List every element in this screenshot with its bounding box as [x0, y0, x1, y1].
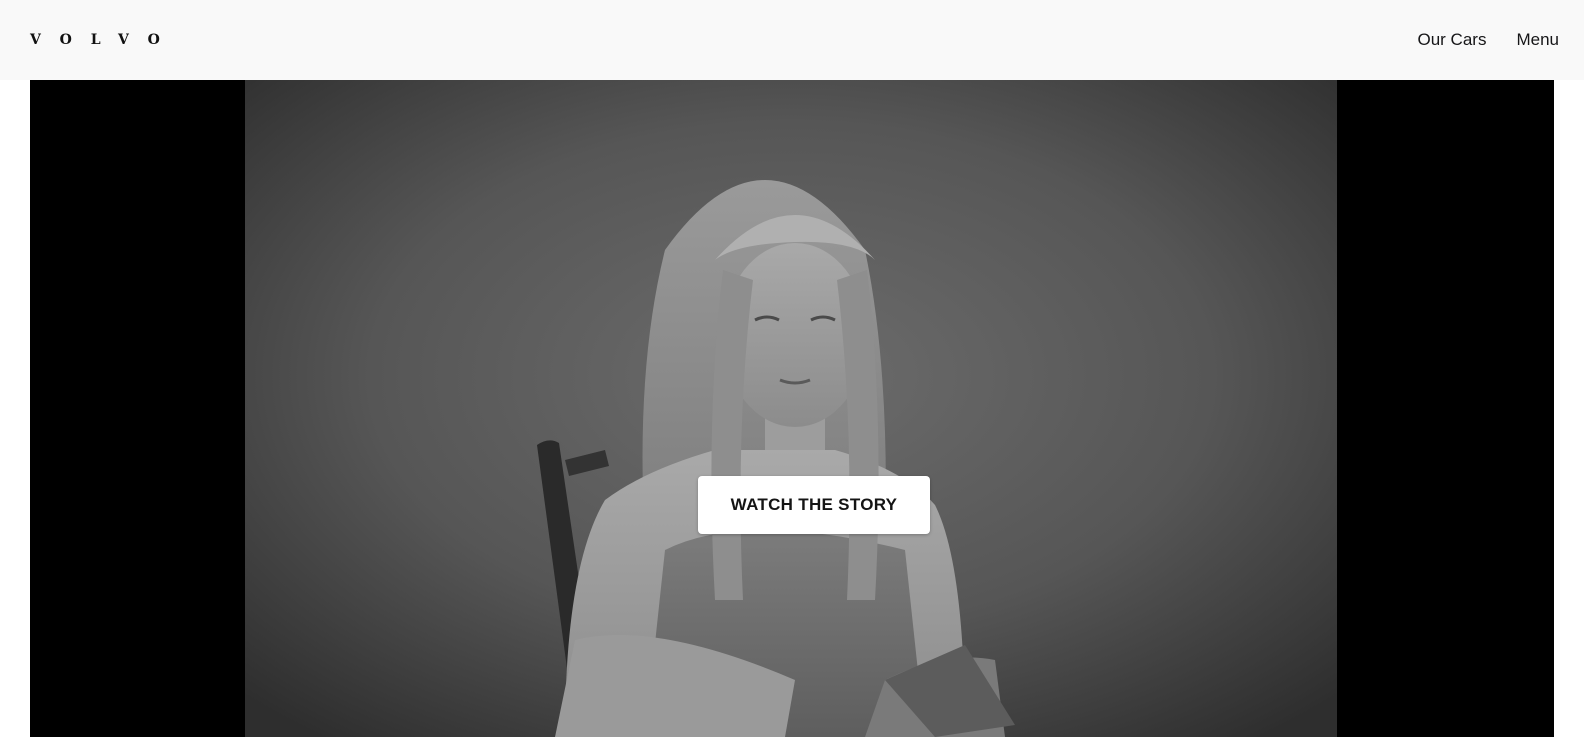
video-frame	[245, 80, 1337, 737]
top-navigation: Our Cars Menu	[1418, 30, 1560, 50]
watch-the-story-button[interactable]: WATCH THE STORY	[698, 476, 930, 534]
menu-button[interactable]: Menu	[1516, 30, 1559, 50]
our-cars-link[interactable]: Our Cars	[1418, 30, 1487, 50]
girl-portrait-image	[245, 80, 1337, 737]
hero-video[interactable]: WATCH THE STORY	[30, 80, 1554, 737]
site-header: VOLVO Our Cars Menu	[0, 0, 1584, 80]
volvo-logo[interactable]: VOLVO	[30, 33, 179, 47]
